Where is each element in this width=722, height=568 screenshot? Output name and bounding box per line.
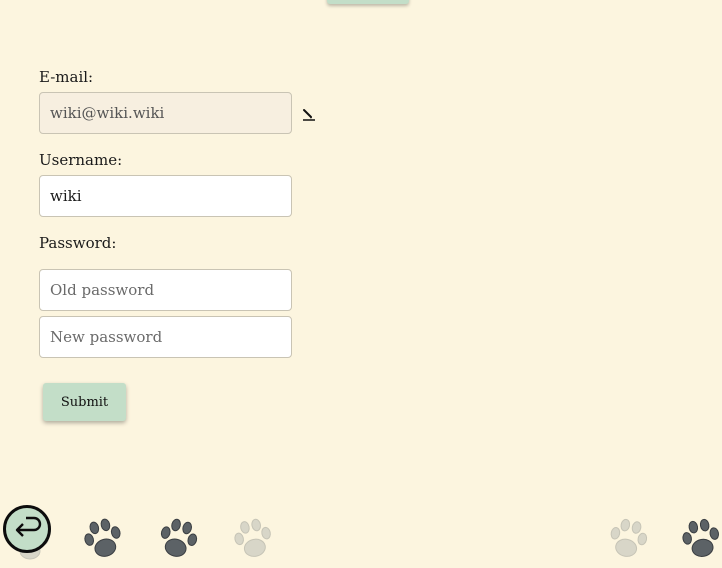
new-password-field[interactable] xyxy=(39,316,292,358)
paw-print-icon xyxy=(84,518,121,557)
top-tab-button[interactable] xyxy=(327,0,409,4)
return-arrow-icon xyxy=(15,516,42,537)
email-field xyxy=(39,92,292,134)
submit-button[interactable]: Submit xyxy=(43,383,126,421)
email-label: E-mail: xyxy=(39,68,94,86)
pencil-icon[interactable] xyxy=(301,107,317,123)
paw-print-icon xyxy=(610,518,648,557)
back-button[interactable] xyxy=(3,505,51,553)
profile-page: E-mail: Username: Password: Submit xyxy=(0,0,722,568)
paw-print-icon xyxy=(160,518,198,557)
password-label: Password: xyxy=(39,234,117,252)
old-password-field[interactable] xyxy=(39,269,292,311)
paw-print-icon xyxy=(234,518,271,557)
username-field[interactable] xyxy=(39,175,292,217)
username-label: Username: xyxy=(39,151,123,169)
paw-print-icon xyxy=(682,518,720,557)
